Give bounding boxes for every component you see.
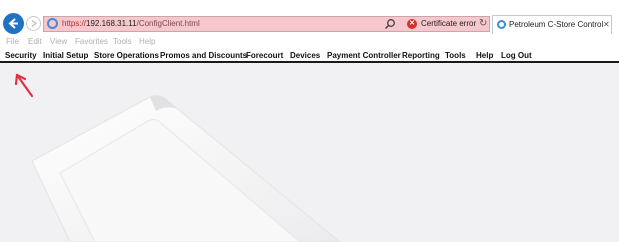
menu-help[interactable]: Help <box>139 36 155 48</box>
nav-promos-and-discounts[interactable]: Promos and Discounts <box>160 50 247 61</box>
nav-payment-controller[interactable]: Payment Controller <box>327 50 401 61</box>
ie-page-icon <box>47 18 58 29</box>
nav-forecourt[interactable]: Forecourt <box>246 50 283 61</box>
forward-arrow-icon <box>31 19 38 28</box>
nav-help[interactable]: Help <box>476 50 493 61</box>
url-host: 192.168.31.11 <box>86 19 137 28</box>
menu-edit[interactable]: Edit <box>28 36 42 48</box>
browser-tab[interactable]: Petroleum C-Store Control ... ✕ <box>492 15 612 34</box>
tab-close-icon[interactable]: ✕ <box>603 19 610 30</box>
annotation-arrow-icon <box>14 73 34 98</box>
nav-initial-setup[interactable]: Initial Setup <box>43 50 88 61</box>
url-path: /ConfigClient.html <box>136 19 200 28</box>
forward-button[interactable] <box>26 16 41 31</box>
ie-menu-bar: File Edit View Favorites Tools Help <box>0 36 619 48</box>
certificate-error-label[interactable]: Certificate error <box>421 18 476 30</box>
nav-store-operations[interactable]: Store Operations <box>94 50 159 61</box>
browser-chrome: https://192.168.31.11/ConfigClient.html … <box>0 0 619 34</box>
nav-reporting[interactable]: Reporting <box>402 50 440 61</box>
nav-tools[interactable]: Tools <box>445 50 466 61</box>
url-protocol: https:// <box>62 19 87 28</box>
back-arrow-icon <box>8 18 18 29</box>
address-bar[interactable]: https://192.168.31.11/ConfigClient.html … <box>43 16 490 32</box>
address-url[interactable]: https://192.168.31.11/ConfigClient.html <box>62 18 200 30</box>
certificate-error-icon[interactable]: ✕ <box>407 19 417 29</box>
main-content-area <box>0 63 619 242</box>
search-icon[interactable] <box>384 18 396 30</box>
menu-tools[interactable]: Tools <box>113 36 132 48</box>
app-navigation: Security Initial Setup Store Operations … <box>0 48 619 63</box>
menu-favorites[interactable]: Favorites <box>75 36 108 48</box>
tab-title: Petroleum C-Store Control ... <box>509 20 604 29</box>
background-watermark-shape <box>31 95 341 242</box>
back-button[interactable] <box>3 13 24 34</box>
refresh-icon[interactable]: ↻ <box>479 17 487 30</box>
tab-ie-icon <box>497 20 506 29</box>
nav-security[interactable]: Security <box>5 50 37 61</box>
nav-devices[interactable]: Devices <box>290 50 320 61</box>
nav-log-out[interactable]: Log Out <box>501 50 532 61</box>
menu-view[interactable]: View <box>50 36 67 48</box>
menu-file[interactable]: File <box>6 36 19 48</box>
